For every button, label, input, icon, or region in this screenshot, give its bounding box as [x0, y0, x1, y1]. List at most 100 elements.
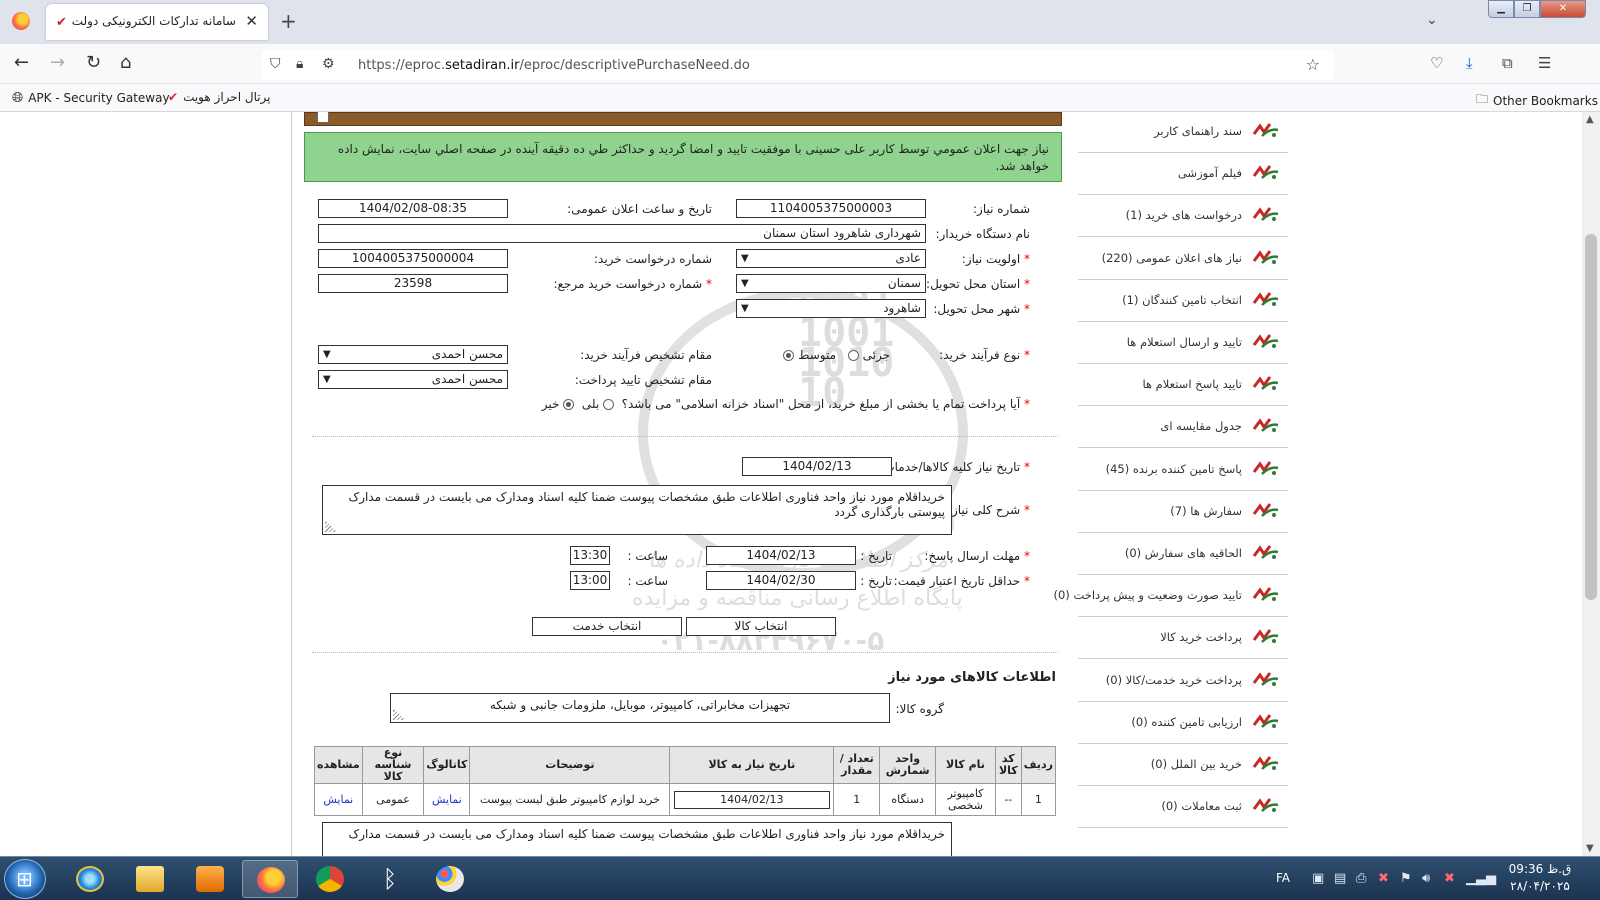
- ie-taskbar-icon[interactable]: [62, 860, 118, 898]
- volume-icon[interactable]: 🔊︎: [1422, 871, 1430, 886]
- network-warning-icon[interactable]: ✖: [1444, 871, 1455, 886]
- need-number-field[interactable]: 1104005375000003: [736, 199, 926, 218]
- sidebar-item[interactable]: تایید پاسخ استعلام ها: [1078, 363, 1288, 407]
- pocket-icon[interactable]: ♡: [1430, 54, 1443, 72]
- back-arrow-icon[interactable]: ←: [14, 52, 29, 73]
- sidebar-item[interactable]: تایید صورت وضعیت و پیش پرداخت (0): [1053, 574, 1288, 618]
- downloads-icon[interactable]: ⤓: [1466, 54, 1473, 72]
- reply-date-field[interactable]: 1404/02/13: [706, 546, 856, 565]
- price-time-field[interactable]: 13:00: [570, 571, 610, 590]
- start-button[interactable]: [4, 859, 46, 899]
- other-bookmarks[interactable]: 🗀 Other Bookmarks: [1476, 90, 1598, 111]
- bookmark-apk[interactable]: 🌐︎ APK - Security Gateway: [12, 90, 170, 106]
- item-date-field[interactable]: 1404/02/13: [673, 790, 830, 809]
- firefox-taskbar-icon[interactable]: [242, 860, 298, 898]
- sidebar-item[interactable]: خرید بین الملل (0): [1078, 743, 1288, 786]
- new-tab-button[interactable]: +: [280, 9, 297, 33]
- view-show-link[interactable]: نمایش: [323, 793, 353, 806]
- minimize-button[interactable]: ▁: [1488, 0, 1514, 18]
- panel-toggle-icon[interactable]: [317, 112, 329, 123]
- forward-arrow-icon[interactable]: →: [50, 52, 65, 73]
- maximize-button[interactable]: ❐: [1514, 0, 1540, 18]
- browser-tab-active[interactable]: ✔ سامانه تدارکات الکترونیکی دولت ✕: [46, 4, 268, 40]
- sidebar-item[interactable]: درخواست های خرید (1): [1078, 194, 1288, 238]
- explorer-taskbar-icon[interactable]: [122, 860, 178, 898]
- price-date-field[interactable]: 1404/02/30: [706, 571, 856, 590]
- priority-select[interactable]: عادی ▼: [736, 249, 926, 268]
- radio-yes[interactable]: [603, 399, 614, 410]
- catalog-show-link[interactable]: نمایش: [432, 793, 462, 806]
- select-goods-button[interactable]: انتخاب کالا: [686, 617, 836, 636]
- setad-logo-icon: [1252, 164, 1280, 182]
- need-date-field[interactable]: 1404/02/13: [742, 457, 892, 476]
- scroll-up-icon[interactable]: ▲: [1586, 114, 1594, 125]
- close-window-button[interactable]: ✕: [1540, 0, 1586, 18]
- bookmark-portal[interactable]: ✔ پرتال احراز هویت: [168, 90, 271, 104]
- select-service-button[interactable]: انتخاب خدمت: [532, 617, 682, 636]
- url-text[interactable]: https://eproc.setadiran.ir/eproc/descrip…: [358, 58, 750, 73]
- close-tab-icon[interactable]: ✕: [245, 12, 258, 30]
- sidebar-item[interactable]: پرداخت خرید خدمت/کالا (0): [1078, 659, 1288, 702]
- resize-grip-icon[interactable]: [393, 708, 405, 720]
- reply-time-field[interactable]: 13:30: [570, 546, 610, 565]
- radio-no[interactable]: [563, 399, 575, 410]
- tracking-shield-icon[interactable]: ⛉: [270, 56, 281, 72]
- radio-partial[interactable]: [847, 350, 859, 361]
- scroll-down-icon[interactable]: ▼: [1586, 843, 1594, 854]
- media-player-taskbar-icon[interactable]: [182, 860, 238, 898]
- sidebar-item[interactable]: جدول مقایسه ای: [1078, 405, 1288, 449]
- sidebar-item[interactable]: سند راهنمای کاربر: [1078, 112, 1288, 153]
- tray-icon[interactable]: ▣: [1312, 871, 1324, 886]
- paint-taskbar-icon[interactable]: [422, 860, 478, 898]
- process-partial-option[interactable]: جزئی: [847, 348, 890, 362]
- extensions-icon[interactable]: ⧉: [1502, 54, 1513, 72]
- scrollbar-thumb[interactable]: [1585, 234, 1597, 600]
- vertical-scrollbar[interactable]: ▲ ▼: [1582, 112, 1600, 856]
- sidebar-item[interactable]: نیاز های اعلان عمومی (220): [1078, 237, 1288, 280]
- description-textarea[interactable]: خریداقلام مورد نیاز واحد فناوری اطلاعات …: [322, 485, 952, 535]
- menu-icon[interactable]: ☰: [1538, 54, 1551, 72]
- payment-authority-select[interactable]: محسن احمدی ▼: [318, 370, 508, 389]
- action-center-icon[interactable]: ⚑: [1400, 871, 1412, 886]
- request-number-field[interactable]: 1004005375000004: [318, 249, 508, 268]
- process-authority-select[interactable]: محسن احمدی ▼: [318, 345, 508, 364]
- announce-datetime-label: تاریخ و ساعت اعلان عمومی:: [567, 202, 712, 216]
- sidebar-item-label: تایید و ارسال استعلام ها: [1126, 335, 1242, 349]
- sidebar-item[interactable]: سفارش ها (7): [1078, 490, 1288, 533]
- bottom-description-textarea[interactable]: خریداقلام مورد نیاز واحد فناوری اطلاعات …: [322, 822, 952, 856]
- resize-grip-icon[interactable]: [325, 520, 337, 532]
- reload-icon[interactable]: ↻: [86, 52, 101, 73]
- list-tabs-chevron-icon[interactable]: ⌄: [1426, 12, 1438, 28]
- chrome-taskbar-icon[interactable]: [302, 860, 358, 898]
- permissions-icon[interactable]: ⚙: [322, 56, 335, 72]
- province-select[interactable]: سمنان ▼: [736, 274, 926, 293]
- bookmark-star-icon[interactable]: ☆: [1306, 55, 1320, 74]
- col-header: واحد شمارش: [879, 746, 937, 784]
- bluetooth-taskbar-icon[interactable]: ᛒ: [362, 860, 418, 898]
- goods-group-field[interactable]: تجهیزات مخابراتی، کامپیوتر، موبایل، ملزو…: [390, 693, 890, 723]
- sidebar-item[interactable]: الحاقیه های سفارش (0): [1078, 532, 1288, 575]
- radio-medium[interactable]: [783, 350, 795, 361]
- announce-datetime-field[interactable]: 1404/02/08-08:35: [318, 199, 508, 218]
- sidebar-item[interactable]: ثبت معاملات (0): [1078, 785, 1288, 829]
- network-bars-icon[interactable]: ▁▃▅: [1466, 871, 1496, 886]
- tray-icon[interactable]: ▤: [1334, 871, 1346, 886]
- address-bar[interactable]: ⛉ 🔒︎ ⚙ https://eproc.setadiran.ir/eproc/…: [262, 50, 1334, 80]
- system-clock[interactable]: 09:36 ق.ظ ۲۸/۰۴/۲۰۲۵: [1500, 861, 1580, 895]
- ref-request-field[interactable]: 23598: [318, 274, 508, 293]
- language-indicator[interactable]: FA: [1276, 871, 1290, 885]
- printer-icon[interactable]: ⎙: [1356, 871, 1366, 886]
- antivirus-icon[interactable]: ✖: [1378, 871, 1389, 886]
- sidebar-item[interactable]: انتخاب تامین کنندگان (1): [1078, 279, 1288, 322]
- city-select[interactable]: شاهرود ▼: [736, 299, 926, 318]
- sidebar-item[interactable]: پاسخ تامین کننده برنده (45): [1078, 448, 1288, 491]
- sidebar-item[interactable]: فیلم آموزشی: [1078, 152, 1288, 196]
- sidebar-item[interactable]: تایید و ارسال استعلام ها: [1078, 321, 1288, 364]
- lock-icon[interactable]: 🔒︎: [296, 56, 303, 72]
- firefox-icon[interactable]: [12, 12, 30, 30]
- sidebar-item[interactable]: ارزیابی تامین کننده (0): [1078, 701, 1288, 744]
- sidebar-item[interactable]: پرداخت خرید کالا: [1078, 616, 1288, 660]
- home-icon[interactable]: ⌂: [120, 52, 131, 73]
- buyer-field[interactable]: شهرداری شاهرود استان سمنان: [318, 224, 926, 243]
- process-medium-option[interactable]: متوسط: [783, 348, 836, 362]
